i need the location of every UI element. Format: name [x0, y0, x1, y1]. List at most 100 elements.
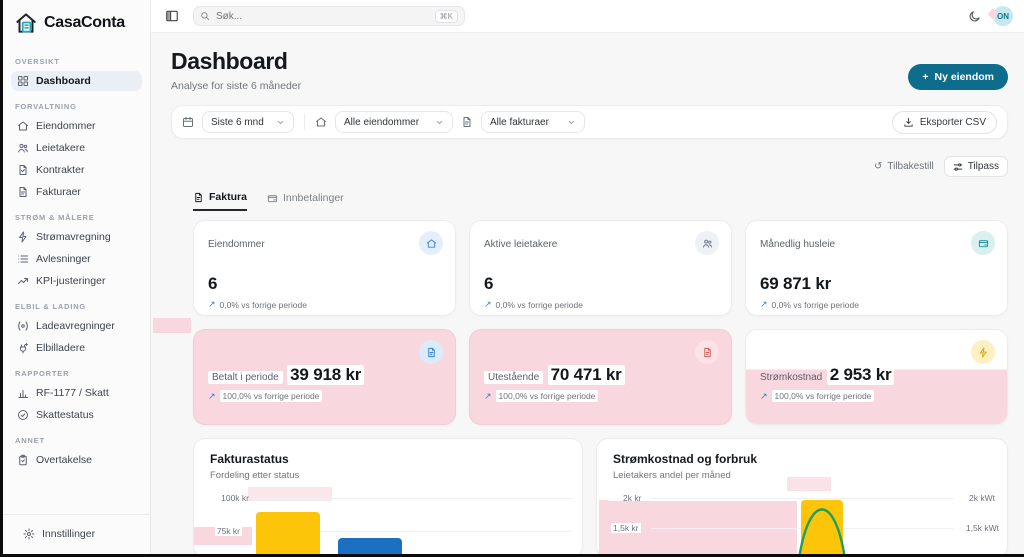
- brand-name: CasaConta: [44, 14, 125, 31]
- sidebar-item-label: Skattestatus: [36, 409, 94, 421]
- sidebar-item-avlesninger[interactable]: Avlesninger: [11, 249, 142, 269]
- chevron-down-icon: [435, 118, 444, 127]
- sidebar-item-overtakelse[interactable]: Overtakelse: [11, 450, 142, 470]
- brand-logo: CasaConta: [11, 8, 142, 46]
- sidebar-item-eiendommer[interactable]: Eiendommer: [11, 116, 142, 136]
- property-select-value: Alle eiendommer: [344, 116, 420, 128]
- search-box[interactable]: ⌘K: [193, 6, 465, 26]
- invoice-icon: [695, 340, 719, 364]
- sidebar-toggle-icon[interactable]: [165, 9, 179, 23]
- sidebar-item-leietakere[interactable]: Leietakere: [11, 138, 142, 158]
- kpi-label: Aktive leietakere: [484, 239, 558, 250]
- y-tick-75k: 75k kr: [214, 526, 242, 536]
- trend-arrow-icon: ↗: [484, 390, 492, 401]
- sidebar: CasaConta OVERSIKT Dashboard FORVALTNING…: [3, 0, 151, 554]
- sidebar-item-dashboard[interactable]: Dashboard: [11, 71, 142, 91]
- search-input[interactable]: [216, 10, 429, 22]
- property-select[interactable]: Alle eiendommer: [335, 111, 453, 133]
- main-content: Dashboard Analyse for siste 6 måneder + …: [151, 33, 1024, 554]
- kpi-value: 39 918 kr: [287, 365, 365, 385]
- reset-button[interactable]: ↺ Tilbakestill: [874, 161, 934, 172]
- sidebar-item-elbilladere[interactable]: Elbilladere: [11, 338, 142, 358]
- sidebar-item-label: Strømavregning: [36, 231, 111, 243]
- kpi-label: Utestående: [484, 371, 544, 384]
- wallet-icon: [267, 193, 278, 204]
- chart-title: Fakturastatus: [210, 452, 289, 466]
- kpi-card-betalt-i-periode[interactable]: Betalt i periode 39 918 kr ↗ 100,0% vs f…: [193, 329, 456, 425]
- invoice-icon: [193, 192, 204, 203]
- page-subtitle: Analyse for siste 6 måneder: [171, 80, 302, 92]
- sidebar-item-innstillinger[interactable]: Innstillinger: [17, 524, 136, 544]
- sidebar-item-stromavregning[interactable]: Strømavregning: [11, 227, 142, 247]
- customize-button[interactable]: Tilpass: [943, 156, 1008, 177]
- new-property-button[interactable]: + Ny eiendom: [908, 64, 1008, 90]
- kpi-label: Betalt i periode: [208, 371, 283, 384]
- wallet-icon: [971, 231, 995, 255]
- sidebar-item-skattestatus[interactable]: Skattestatus: [11, 405, 142, 425]
- sliders-icon: [953, 162, 963, 172]
- export-csv-button[interactable]: Eksporter CSV: [891, 110, 997, 134]
- customize-label: Tilpass: [967, 161, 999, 172]
- house-icon: [17, 120, 29, 132]
- trend-arrow-icon: ↗: [760, 299, 768, 309]
- chart-stromkostnad-forbruk: Strømkostnad og forbruk Leietakers andel…: [596, 438, 1008, 554]
- sidebar-item-label: KPI-justeringer: [36, 275, 106, 287]
- kpi-card-utestaende[interactable]: Utestående 70 471 kr ↗ 100,0% vs forrige…: [469, 329, 732, 425]
- sidebar-item-rf1177[interactable]: RF-1177 / Skatt: [11, 383, 142, 403]
- nav-section-rapporter: RAPPORTER: [15, 369, 70, 378]
- chart-fakturastatus: Fakturastatus Fordeling etter status 100…: [193, 438, 583, 554]
- tab-bar: Faktura Innbetalinger: [193, 191, 1008, 211]
- gridline: [252, 498, 572, 499]
- divider: [304, 114, 305, 130]
- sidebar-item-ladeavregninger[interactable]: Ladeavregninger: [11, 316, 142, 336]
- y-tick-100k: 100k kr: [221, 493, 249, 503]
- bar-paid[interactable]: [256, 512, 320, 554]
- kpi-label: Eiendommer: [208, 239, 265, 250]
- reset-icon: ↺: [873, 161, 883, 172]
- new-property-label: Ny eiendom: [934, 71, 994, 83]
- invoice-select[interactable]: Alle fakturaer: [481, 111, 585, 133]
- house-icon: [315, 116, 327, 128]
- sidebar-item-label: Dashboard: [36, 75, 91, 87]
- tab-label: Faktura: [209, 191, 247, 203]
- period-select[interactable]: Siste 6 mnd: [202, 111, 294, 133]
- users-icon: [695, 231, 719, 255]
- app-window: CasaConta OVERSIKT Dashboard FORVALTNING…: [0, 0, 1024, 557]
- sidebar-item-label: Overtakelse: [36, 454, 93, 466]
- sidebar-item-label: Leietakere: [36, 142, 86, 154]
- kpi-card-eiendommer[interactable]: Eiendommer 6 ↗ 0,0% vs forrige periode: [193, 220, 456, 316]
- dark-mode-toggle-icon[interactable]: [968, 10, 981, 23]
- tab-label: Innbetalinger: [282, 192, 344, 204]
- kpi-card-stromkostnad[interactable]: Strømkostnad 2 953 kr ↗ 100,0% vs forrig…: [745, 329, 1008, 425]
- chart-subtitle: Fordeling etter status: [210, 470, 300, 481]
- kpi-label: Månedlig husleie: [760, 239, 836, 250]
- sidebar-item-kpi-justeringer[interactable]: KPI-justeringer: [11, 271, 142, 291]
- tab-innbetalinger[interactable]: Innbetalinger: [267, 191, 344, 211]
- bolt-icon: [17, 231, 29, 243]
- list-icon: [17, 253, 29, 265]
- charging-icon: [17, 320, 29, 332]
- nav-section-elbil: ELBIL & LADING: [15, 302, 87, 311]
- sidebar-item-kontrakter[interactable]: Kontrakter: [11, 160, 142, 180]
- nav-section-forvaltning: FORVALTNING: [15, 102, 77, 111]
- sidebar-item-label: Avlesninger: [36, 253, 91, 265]
- y-tick-left-15k: 1,5k kr: [611, 523, 641, 533]
- kpi-value: 70 471 kr: [547, 365, 625, 385]
- plus-icon: +: [922, 71, 929, 83]
- chevron-down-icon: [276, 118, 285, 127]
- kpi-card-aktive-leietakere[interactable]: Aktive leietakere 6 ↗ 0,0% vs forrige pe…: [469, 220, 732, 316]
- invoice-select-value: Alle fakturaer: [490, 116, 549, 128]
- export-csv-label: Eksporter CSV: [919, 116, 986, 128]
- kpi-change: ↗ 0,0% vs forrige periode: [760, 299, 859, 310]
- kpi-change: ↗ 0,0% vs forrige periode: [484, 299, 583, 310]
- kpi-card-manedlig-husleie[interactable]: Månedlig husleie 69 871 kr ↗ 0,0% vs for…: [745, 220, 1008, 316]
- kpi-value: 69 871 kr: [760, 274, 831, 293]
- bar-outstanding[interactable]: [338, 538, 402, 554]
- tab-faktura[interactable]: Faktura: [193, 191, 247, 211]
- contract-icon: [17, 164, 29, 176]
- page-title: Dashboard: [171, 48, 288, 74]
- kpi-change: ↗ 100,0% vs forrige periode: [484, 390, 717, 402]
- house-icon: [419, 231, 443, 255]
- sidebar-item-fakturaer[interactable]: Fakturaer: [11, 182, 142, 202]
- sidebar-item-label: Ladeavregninger: [36, 320, 115, 332]
